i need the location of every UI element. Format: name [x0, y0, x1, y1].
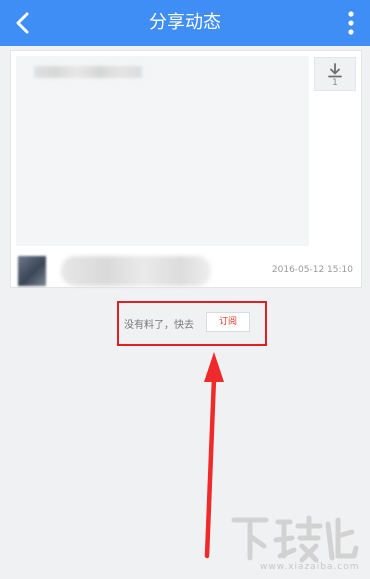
subscribe-button[interactable]: 订阅 [206, 312, 250, 332]
shared-post-card[interactable]: 1 2016-05-12 15:10 [10, 50, 362, 288]
download-count: 1 [332, 78, 338, 88]
app-header: 分享动态 [0, 0, 370, 46]
blurred-post-text [34, 66, 142, 78]
blurred-username [61, 256, 211, 286]
watermark-logo [231, 515, 359, 563]
post-timestamp: 2016-05-12 15:10 [271, 265, 353, 275]
more-vertical-icon [348, 11, 354, 35]
empty-feed-notice: 没有料了，快去 订阅 [117, 301, 267, 346]
post-image[interactable] [16, 56, 309, 246]
avatar[interactable] [18, 256, 46, 286]
empty-feed-text: 没有料了，快去 [124, 320, 194, 331]
watermark-text: www.xiazaiba.com [260, 562, 360, 572]
page-title: 分享动态 [149, 12, 221, 33]
more-options-button[interactable] [344, 9, 358, 37]
download-button[interactable]: 1 [314, 57, 356, 91]
